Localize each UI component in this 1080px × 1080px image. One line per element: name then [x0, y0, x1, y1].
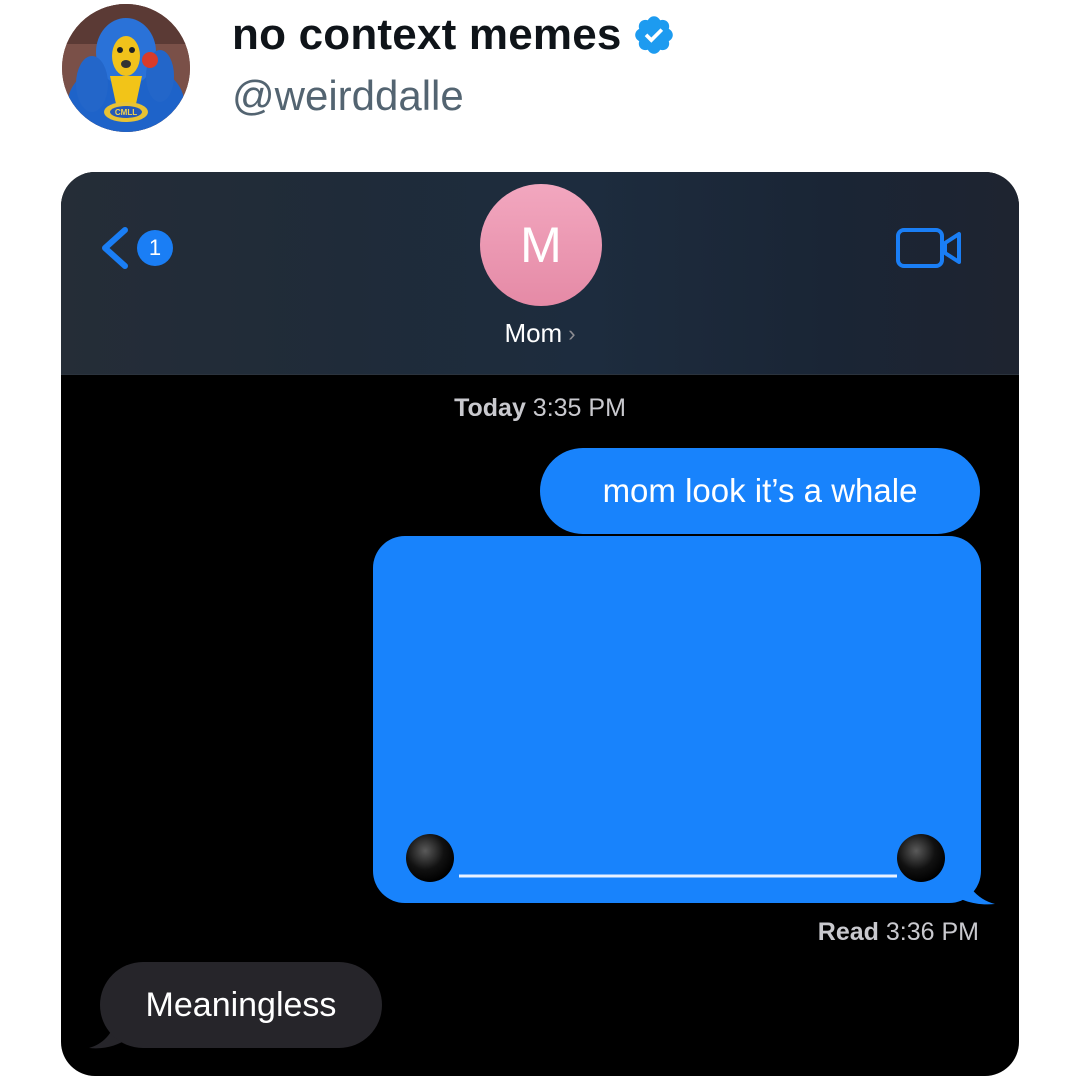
gorilla-mascot-avatar-icon: CMLL — [62, 4, 190, 132]
conversation-header: 1 M Mom › — [61, 172, 1019, 375]
timestamp-day: Today — [454, 394, 526, 422]
received-message-bubble[interactable]: Meaningless — [100, 962, 382, 1048]
sent-drawing-bubble[interactable] — [373, 536, 981, 903]
contact-name-button[interactable]: Mom › — [61, 318, 1019, 349]
video-camera-icon — [896, 228, 961, 268]
verified-badge-icon — [634, 16, 673, 54]
unread-count-badge: 1 — [137, 230, 173, 266]
whale-drawing — [406, 834, 945, 882]
author-handle[interactable]: @weirddalle — [232, 72, 464, 120]
author-avatar[interactable]: CMLL — [62, 4, 190, 132]
read-time: 3:36 PM — [885, 918, 979, 946]
contact-name: Mom — [504, 318, 563, 348]
back-button[interactable]: 1 — [97, 226, 173, 270]
message-timestamp: Today 3:35 PM — [61, 394, 1019, 423]
contact-avatar[interactable]: M — [480, 184, 602, 306]
whale-eye-right — [897, 834, 945, 882]
read-receipt: Read 3:36 PM — [818, 918, 979, 947]
avatar-badge-text: CMLL — [115, 108, 137, 117]
timestamp-time: 3:35 PM — [532, 394, 626, 422]
chevron-left-icon — [102, 227, 128, 269]
read-label: Read — [817, 918, 879, 946]
whale-eye-left — [406, 834, 454, 882]
author-name[interactable]: no context memes — [232, 10, 622, 60]
chevron-right-icon: › — [568, 320, 576, 346]
sent-message-bubble[interactable]: mom look it’s a whale — [540, 448, 980, 534]
message-screenshot: 1 M Mom › Today 3:35 PM mom look it’s a … — [61, 172, 1019, 1076]
author-name-row[interactable]: no context memes — [232, 10, 676, 60]
video-call-button[interactable] — [895, 226, 965, 275]
